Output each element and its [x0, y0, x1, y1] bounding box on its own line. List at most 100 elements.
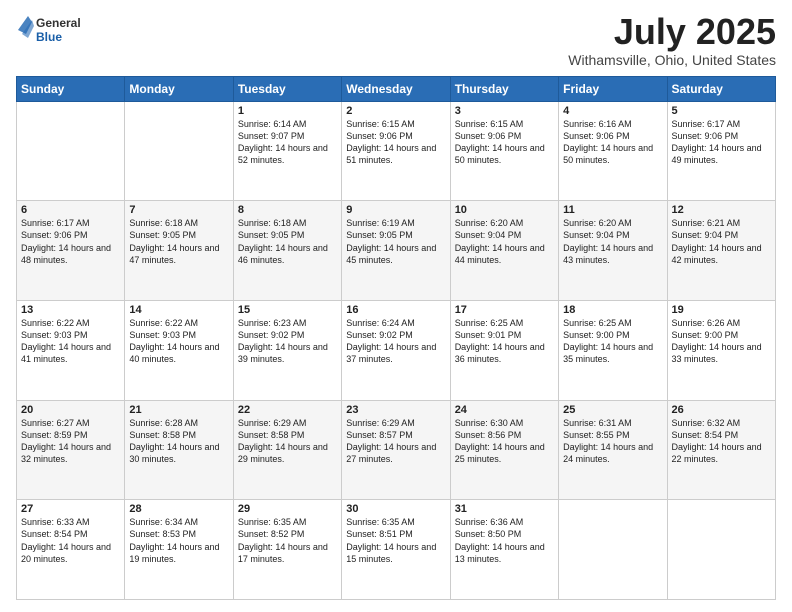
- day-info: Sunrise: 6:15 AM Sunset: 9:06 PM Dayligh…: [346, 118, 445, 167]
- day-number: 7: [129, 204, 228, 216]
- day-info: Sunrise: 6:24 AM Sunset: 9:02 PM Dayligh…: [346, 317, 445, 366]
- day-number: 2: [346, 105, 445, 117]
- table-row: [17, 101, 125, 201]
- table-row: 16Sunrise: 6:24 AM Sunset: 9:02 PM Dayli…: [342, 300, 450, 400]
- table-row: 3Sunrise: 6:15 AM Sunset: 9:06 PM Daylig…: [450, 101, 558, 201]
- day-number: 1: [238, 105, 337, 117]
- day-info: Sunrise: 6:16 AM Sunset: 9:06 PM Dayligh…: [563, 118, 662, 167]
- day-info: Sunrise: 6:15 AM Sunset: 9:06 PM Dayligh…: [455, 118, 554, 167]
- title-block: July 2025 Withamsville, Ohio, United Sta…: [568, 12, 776, 68]
- day-info: Sunrise: 6:30 AM Sunset: 8:56 PM Dayligh…: [455, 417, 554, 466]
- col-thursday: Thursday: [450, 76, 558, 101]
- day-number: 14: [129, 304, 228, 316]
- table-row: 15Sunrise: 6:23 AM Sunset: 9:02 PM Dayli…: [233, 300, 341, 400]
- table-row: 20Sunrise: 6:27 AM Sunset: 8:59 PM Dayli…: [17, 400, 125, 500]
- table-row: 30Sunrise: 6:35 AM Sunset: 8:51 PM Dayli…: [342, 500, 450, 600]
- table-row: 29Sunrise: 6:35 AM Sunset: 8:52 PM Dayli…: [233, 500, 341, 600]
- calendar-week-row: 27Sunrise: 6:33 AM Sunset: 8:54 PM Dayli…: [17, 500, 776, 600]
- table-row: 17Sunrise: 6:25 AM Sunset: 9:01 PM Dayli…: [450, 300, 558, 400]
- day-info: Sunrise: 6:27 AM Sunset: 8:59 PM Dayligh…: [21, 417, 120, 466]
- day-number: 23: [346, 404, 445, 416]
- day-info: Sunrise: 6:18 AM Sunset: 9:05 PM Dayligh…: [129, 217, 228, 266]
- col-monday: Monday: [125, 76, 233, 101]
- calendar-week-row: 1Sunrise: 6:14 AM Sunset: 9:07 PM Daylig…: [17, 101, 776, 201]
- day-number: 26: [672, 404, 771, 416]
- day-number: 30: [346, 503, 445, 515]
- day-info: Sunrise: 6:35 AM Sunset: 8:52 PM Dayligh…: [238, 516, 337, 565]
- table-row: 13Sunrise: 6:22 AM Sunset: 9:03 PM Dayli…: [17, 300, 125, 400]
- day-info: Sunrise: 6:25 AM Sunset: 9:00 PM Dayligh…: [563, 317, 662, 366]
- day-number: 27: [21, 503, 120, 515]
- day-number: 13: [21, 304, 120, 316]
- day-info: Sunrise: 6:36 AM Sunset: 8:50 PM Dayligh…: [455, 516, 554, 565]
- calendar-week-row: 20Sunrise: 6:27 AM Sunset: 8:59 PM Dayli…: [17, 400, 776, 500]
- table-row: [667, 500, 775, 600]
- day-number: 4: [563, 105, 662, 117]
- page: General Blue July 2025 Withamsville, Ohi…: [0, 0, 792, 612]
- col-saturday: Saturday: [667, 76, 775, 101]
- table-row: 2Sunrise: 6:15 AM Sunset: 9:06 PM Daylig…: [342, 101, 450, 201]
- day-number: 16: [346, 304, 445, 316]
- table-row: 23Sunrise: 6:29 AM Sunset: 8:57 PM Dayli…: [342, 400, 450, 500]
- table-row: 5Sunrise: 6:17 AM Sunset: 9:06 PM Daylig…: [667, 101, 775, 201]
- table-row: 9Sunrise: 6:19 AM Sunset: 9:05 PM Daylig…: [342, 201, 450, 301]
- day-number: 25: [563, 404, 662, 416]
- day-number: 10: [455, 204, 554, 216]
- day-number: 6: [21, 204, 120, 216]
- day-info: Sunrise: 6:20 AM Sunset: 9:04 PM Dayligh…: [563, 217, 662, 266]
- table-row: 21Sunrise: 6:28 AM Sunset: 8:58 PM Dayli…: [125, 400, 233, 500]
- calendar-table: Sunday Monday Tuesday Wednesday Thursday…: [16, 76, 776, 600]
- table-row: [125, 101, 233, 201]
- day-number: 20: [21, 404, 120, 416]
- day-info: Sunrise: 6:25 AM Sunset: 9:01 PM Dayligh…: [455, 317, 554, 366]
- day-info: Sunrise: 6:28 AM Sunset: 8:58 PM Dayligh…: [129, 417, 228, 466]
- day-info: Sunrise: 6:17 AM Sunset: 9:06 PM Dayligh…: [672, 118, 771, 167]
- table-row: 25Sunrise: 6:31 AM Sunset: 8:55 PM Dayli…: [559, 400, 667, 500]
- col-tuesday: Tuesday: [233, 76, 341, 101]
- table-row: 7Sunrise: 6:18 AM Sunset: 9:05 PM Daylig…: [125, 201, 233, 301]
- table-row: 4Sunrise: 6:16 AM Sunset: 9:06 PM Daylig…: [559, 101, 667, 201]
- day-info: Sunrise: 6:33 AM Sunset: 8:54 PM Dayligh…: [21, 516, 120, 565]
- day-info: Sunrise: 6:20 AM Sunset: 9:04 PM Dayligh…: [455, 217, 554, 266]
- calendar-header-row: Sunday Monday Tuesday Wednesday Thursday…: [17, 76, 776, 101]
- table-row: 24Sunrise: 6:30 AM Sunset: 8:56 PM Dayli…: [450, 400, 558, 500]
- day-number: 31: [455, 503, 554, 515]
- svg-text:General: General: [36, 16, 81, 30]
- day-info: Sunrise: 6:26 AM Sunset: 9:00 PM Dayligh…: [672, 317, 771, 366]
- day-number: 15: [238, 304, 337, 316]
- day-number: 19: [672, 304, 771, 316]
- day-number: 22: [238, 404, 337, 416]
- title-location: Withamsville, Ohio, United States: [568, 52, 776, 68]
- day-number: 11: [563, 204, 662, 216]
- day-number: 28: [129, 503, 228, 515]
- table-row: 11Sunrise: 6:20 AM Sunset: 9:04 PM Dayli…: [559, 201, 667, 301]
- table-row: 19Sunrise: 6:26 AM Sunset: 9:00 PM Dayli…: [667, 300, 775, 400]
- day-number: 3: [455, 105, 554, 117]
- logo: General Blue: [16, 12, 86, 48]
- table-row: 14Sunrise: 6:22 AM Sunset: 9:03 PM Dayli…: [125, 300, 233, 400]
- day-info: Sunrise: 6:35 AM Sunset: 8:51 PM Dayligh…: [346, 516, 445, 565]
- col-wednesday: Wednesday: [342, 76, 450, 101]
- col-friday: Friday: [559, 76, 667, 101]
- table-row: 28Sunrise: 6:34 AM Sunset: 8:53 PM Dayli…: [125, 500, 233, 600]
- table-row: 1Sunrise: 6:14 AM Sunset: 9:07 PM Daylig…: [233, 101, 341, 201]
- svg-text:Blue: Blue: [36, 30, 62, 44]
- day-info: Sunrise: 6:32 AM Sunset: 8:54 PM Dayligh…: [672, 417, 771, 466]
- calendar-week-row: 13Sunrise: 6:22 AM Sunset: 9:03 PM Dayli…: [17, 300, 776, 400]
- day-info: Sunrise: 6:34 AM Sunset: 8:53 PM Dayligh…: [129, 516, 228, 565]
- day-info: Sunrise: 6:18 AM Sunset: 9:05 PM Dayligh…: [238, 217, 337, 266]
- day-number: 9: [346, 204, 445, 216]
- table-row: 6Sunrise: 6:17 AM Sunset: 9:06 PM Daylig…: [17, 201, 125, 301]
- logo-svg: General Blue: [16, 12, 86, 48]
- calendar-week-row: 6Sunrise: 6:17 AM Sunset: 9:06 PM Daylig…: [17, 201, 776, 301]
- day-info: Sunrise: 6:29 AM Sunset: 8:58 PM Dayligh…: [238, 417, 337, 466]
- day-number: 21: [129, 404, 228, 416]
- day-info: Sunrise: 6:29 AM Sunset: 8:57 PM Dayligh…: [346, 417, 445, 466]
- header: General Blue July 2025 Withamsville, Ohi…: [16, 12, 776, 68]
- day-number: 17: [455, 304, 554, 316]
- day-number: 29: [238, 503, 337, 515]
- table-row: 31Sunrise: 6:36 AM Sunset: 8:50 PM Dayli…: [450, 500, 558, 600]
- table-row: 18Sunrise: 6:25 AM Sunset: 9:00 PM Dayli…: [559, 300, 667, 400]
- day-info: Sunrise: 6:14 AM Sunset: 9:07 PM Dayligh…: [238, 118, 337, 167]
- table-row: 8Sunrise: 6:18 AM Sunset: 9:05 PM Daylig…: [233, 201, 341, 301]
